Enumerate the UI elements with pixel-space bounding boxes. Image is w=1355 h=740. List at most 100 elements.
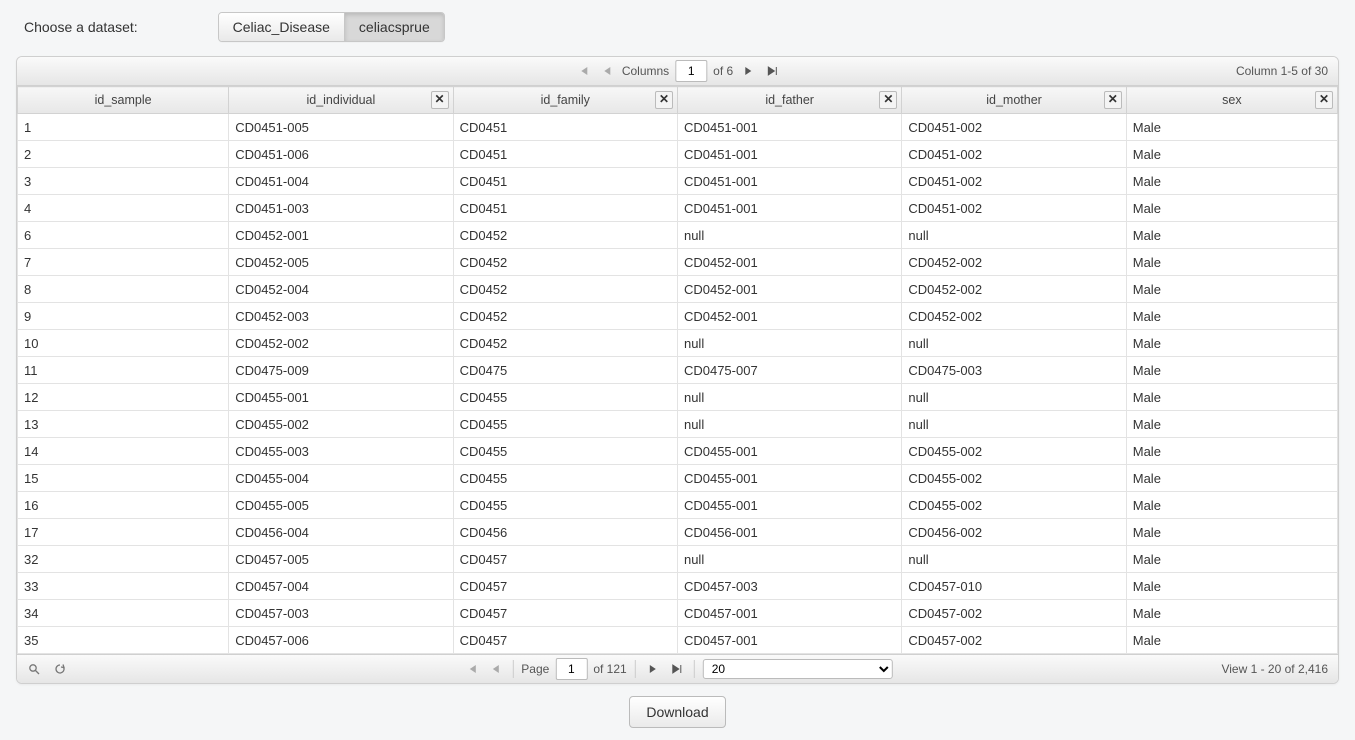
column-header[interactable]: id_sample <box>18 87 229 114</box>
table-row[interactable]: 4CD0451-003CD0451CD0451-001CD0451-002Mal… <box>18 195 1338 222</box>
prev-page-icon[interactable] <box>486 660 504 678</box>
column-header[interactable]: sex ✕ <box>1126 87 1337 114</box>
table-cell: CD0451-001 <box>677 168 901 195</box>
table-cell: Male <box>1126 249 1337 276</box>
column-remove-icon[interactable]: ✕ <box>879 91 897 109</box>
table-row[interactable]: 7CD0452-005CD0452CD0452-001CD0452-002Mal… <box>18 249 1338 276</box>
table-cell: 10 <box>18 330 229 357</box>
table-cell: CD0451-006 <box>229 141 453 168</box>
table-cell: CD0457-003 <box>229 600 453 627</box>
table-cell: Male <box>1126 411 1337 438</box>
column-header[interactable]: id_family✕ <box>453 87 677 114</box>
table-row[interactable]: 33CD0457-004CD0457CD0457-003CD0457-010Ma… <box>18 573 1338 600</box>
table-row[interactable]: 13CD0455-002CD0455nullnullMale <box>18 411 1338 438</box>
first-page-icon[interactable] <box>462 660 480 678</box>
table-cell: 33 <box>18 573 229 600</box>
table-cell: CD0475-007 <box>677 357 901 384</box>
table-row[interactable]: 34CD0457-003CD0457CD0457-001CD0457-002Ma… <box>18 600 1338 627</box>
page-input[interactable] <box>555 658 587 680</box>
search-icon[interactable] <box>25 660 43 678</box>
table-cell: null <box>677 384 901 411</box>
row-pager-bar: Page of 121 20 View 1 - 20 of 2,416 <box>17 654 1338 683</box>
table-cell: CD0456 <box>453 519 677 546</box>
table-cell: CD0452 <box>453 330 677 357</box>
prev-columns-icon[interactable] <box>598 62 616 80</box>
dataset-option-button[interactable]: celiacsprue <box>344 13 444 41</box>
table-cell: 14 <box>18 438 229 465</box>
table-cell: CD0457-005 <box>229 546 453 573</box>
table-cell: 13 <box>18 411 229 438</box>
table-cell: CD0457 <box>453 573 677 600</box>
table-row[interactable]: 12CD0455-001CD0455nullnullMale <box>18 384 1338 411</box>
page-size-select[interactable]: 20 <box>703 659 893 679</box>
table-cell: 1 <box>18 114 229 141</box>
table-cell: Male <box>1126 492 1337 519</box>
table-cell: Male <box>1126 303 1337 330</box>
table-cell: Male <box>1126 573 1337 600</box>
dataset-option-button[interactable]: Celiac_Disease <box>219 13 344 41</box>
table-cell: 11 <box>18 357 229 384</box>
last-page-icon[interactable] <box>668 660 686 678</box>
table-cell: CD0451-002 <box>902 141 1126 168</box>
table-cell: CD0451-004 <box>229 168 453 195</box>
table-cell: CD0451-001 <box>677 195 901 222</box>
refresh-icon[interactable] <box>51 660 69 678</box>
table-row[interactable]: 6CD0452-001CD0452nullnullMale <box>18 222 1338 249</box>
table-cell: CD0451-002 <box>902 195 1126 222</box>
table-cell: Male <box>1126 141 1337 168</box>
table-cell: CD0457-001 <box>677 627 901 654</box>
table-row[interactable]: 32CD0457-005CD0457nullnullMale <box>18 546 1338 573</box>
table-cell: 2 <box>18 141 229 168</box>
table-row[interactable]: 16CD0455-005CD0455CD0455-001CD0455-002Ma… <box>18 492 1338 519</box>
table-cell: CD0455 <box>453 465 677 492</box>
column-header[interactable]: id_father✕ <box>677 87 901 114</box>
last-columns-icon[interactable] <box>763 62 781 80</box>
download-button[interactable]: Download <box>629 696 725 728</box>
table-cell: null <box>677 330 901 357</box>
table-row[interactable]: 10CD0452-002CD0452nullnullMale <box>18 330 1338 357</box>
table-cell: CD0451 <box>453 195 677 222</box>
column-remove-icon[interactable]: ✕ <box>431 91 449 109</box>
column-remove-icon[interactable]: ✕ <box>1104 91 1122 109</box>
table-row[interactable]: 2CD0451-006CD0451CD0451-001CD0451-002Mal… <box>18 141 1338 168</box>
table-cell: CD0475-009 <box>229 357 453 384</box>
table-cell: CD0452-001 <box>229 222 453 249</box>
table-cell: null <box>902 384 1126 411</box>
column-remove-icon[interactable]: ✕ <box>655 91 673 109</box>
table-cell: Male <box>1126 627 1337 654</box>
table-cell: 32 <box>18 546 229 573</box>
table-cell: CD0455-004 <box>229 465 453 492</box>
table-row[interactable]: 11CD0475-009CD0475CD0475-007CD0475-003Ma… <box>18 357 1338 384</box>
table-cell: Male <box>1126 357 1337 384</box>
table-cell: CD0456-002 <box>902 519 1126 546</box>
column-summary: Column 1-5 of 30 <box>1236 64 1338 78</box>
table-row[interactable]: 15CD0455-004CD0455CD0455-001CD0455-002Ma… <box>18 465 1338 492</box>
table-row[interactable]: 9CD0452-003CD0452CD0452-001CD0452-002Mal… <box>18 303 1338 330</box>
table-row[interactable]: 17CD0456-004CD0456CD0456-001CD0456-002Ma… <box>18 519 1338 546</box>
next-page-icon[interactable] <box>644 660 662 678</box>
table-row[interactable]: 8CD0452-004CD0452CD0452-001CD0452-002Mal… <box>18 276 1338 303</box>
next-columns-icon[interactable] <box>739 62 757 80</box>
column-header-label: sex <box>1222 93 1241 107</box>
table-row[interactable]: 3CD0451-004CD0451CD0451-001CD0451-002Mal… <box>18 168 1338 195</box>
table-cell: Male <box>1126 195 1337 222</box>
column-header[interactable]: id_individual✕ <box>229 87 453 114</box>
table-cell: CD0452-004 <box>229 276 453 303</box>
table-cell: 8 <box>18 276 229 303</box>
column-header[interactable]: id_mother✕ <box>902 87 1126 114</box>
table-cell: CD0451-003 <box>229 195 453 222</box>
columns-page-input[interactable] <box>675 60 707 82</box>
column-remove-icon[interactable]: ✕ <box>1315 91 1333 109</box>
table-row[interactable]: 14CD0455-003CD0455CD0455-001CD0455-002Ma… <box>18 438 1338 465</box>
table-row[interactable]: 1CD0451-005CD0451CD0451-001CD0451-002Mal… <box>18 114 1338 141</box>
table-row[interactable]: 35CD0457-006CD0457CD0457-001CD0457-002Ma… <box>18 627 1338 654</box>
table-cell: CD0457-001 <box>677 600 901 627</box>
table-cell: Male <box>1126 519 1337 546</box>
table-cell: 17 <box>18 519 229 546</box>
table-cell: CD0455-002 <box>902 492 1126 519</box>
table-cell: null <box>902 330 1126 357</box>
first-columns-icon[interactable] <box>574 62 592 80</box>
table-cell: CD0455-003 <box>229 438 453 465</box>
table-cell: CD0475 <box>453 357 677 384</box>
columns-label: Columns <box>622 64 669 78</box>
